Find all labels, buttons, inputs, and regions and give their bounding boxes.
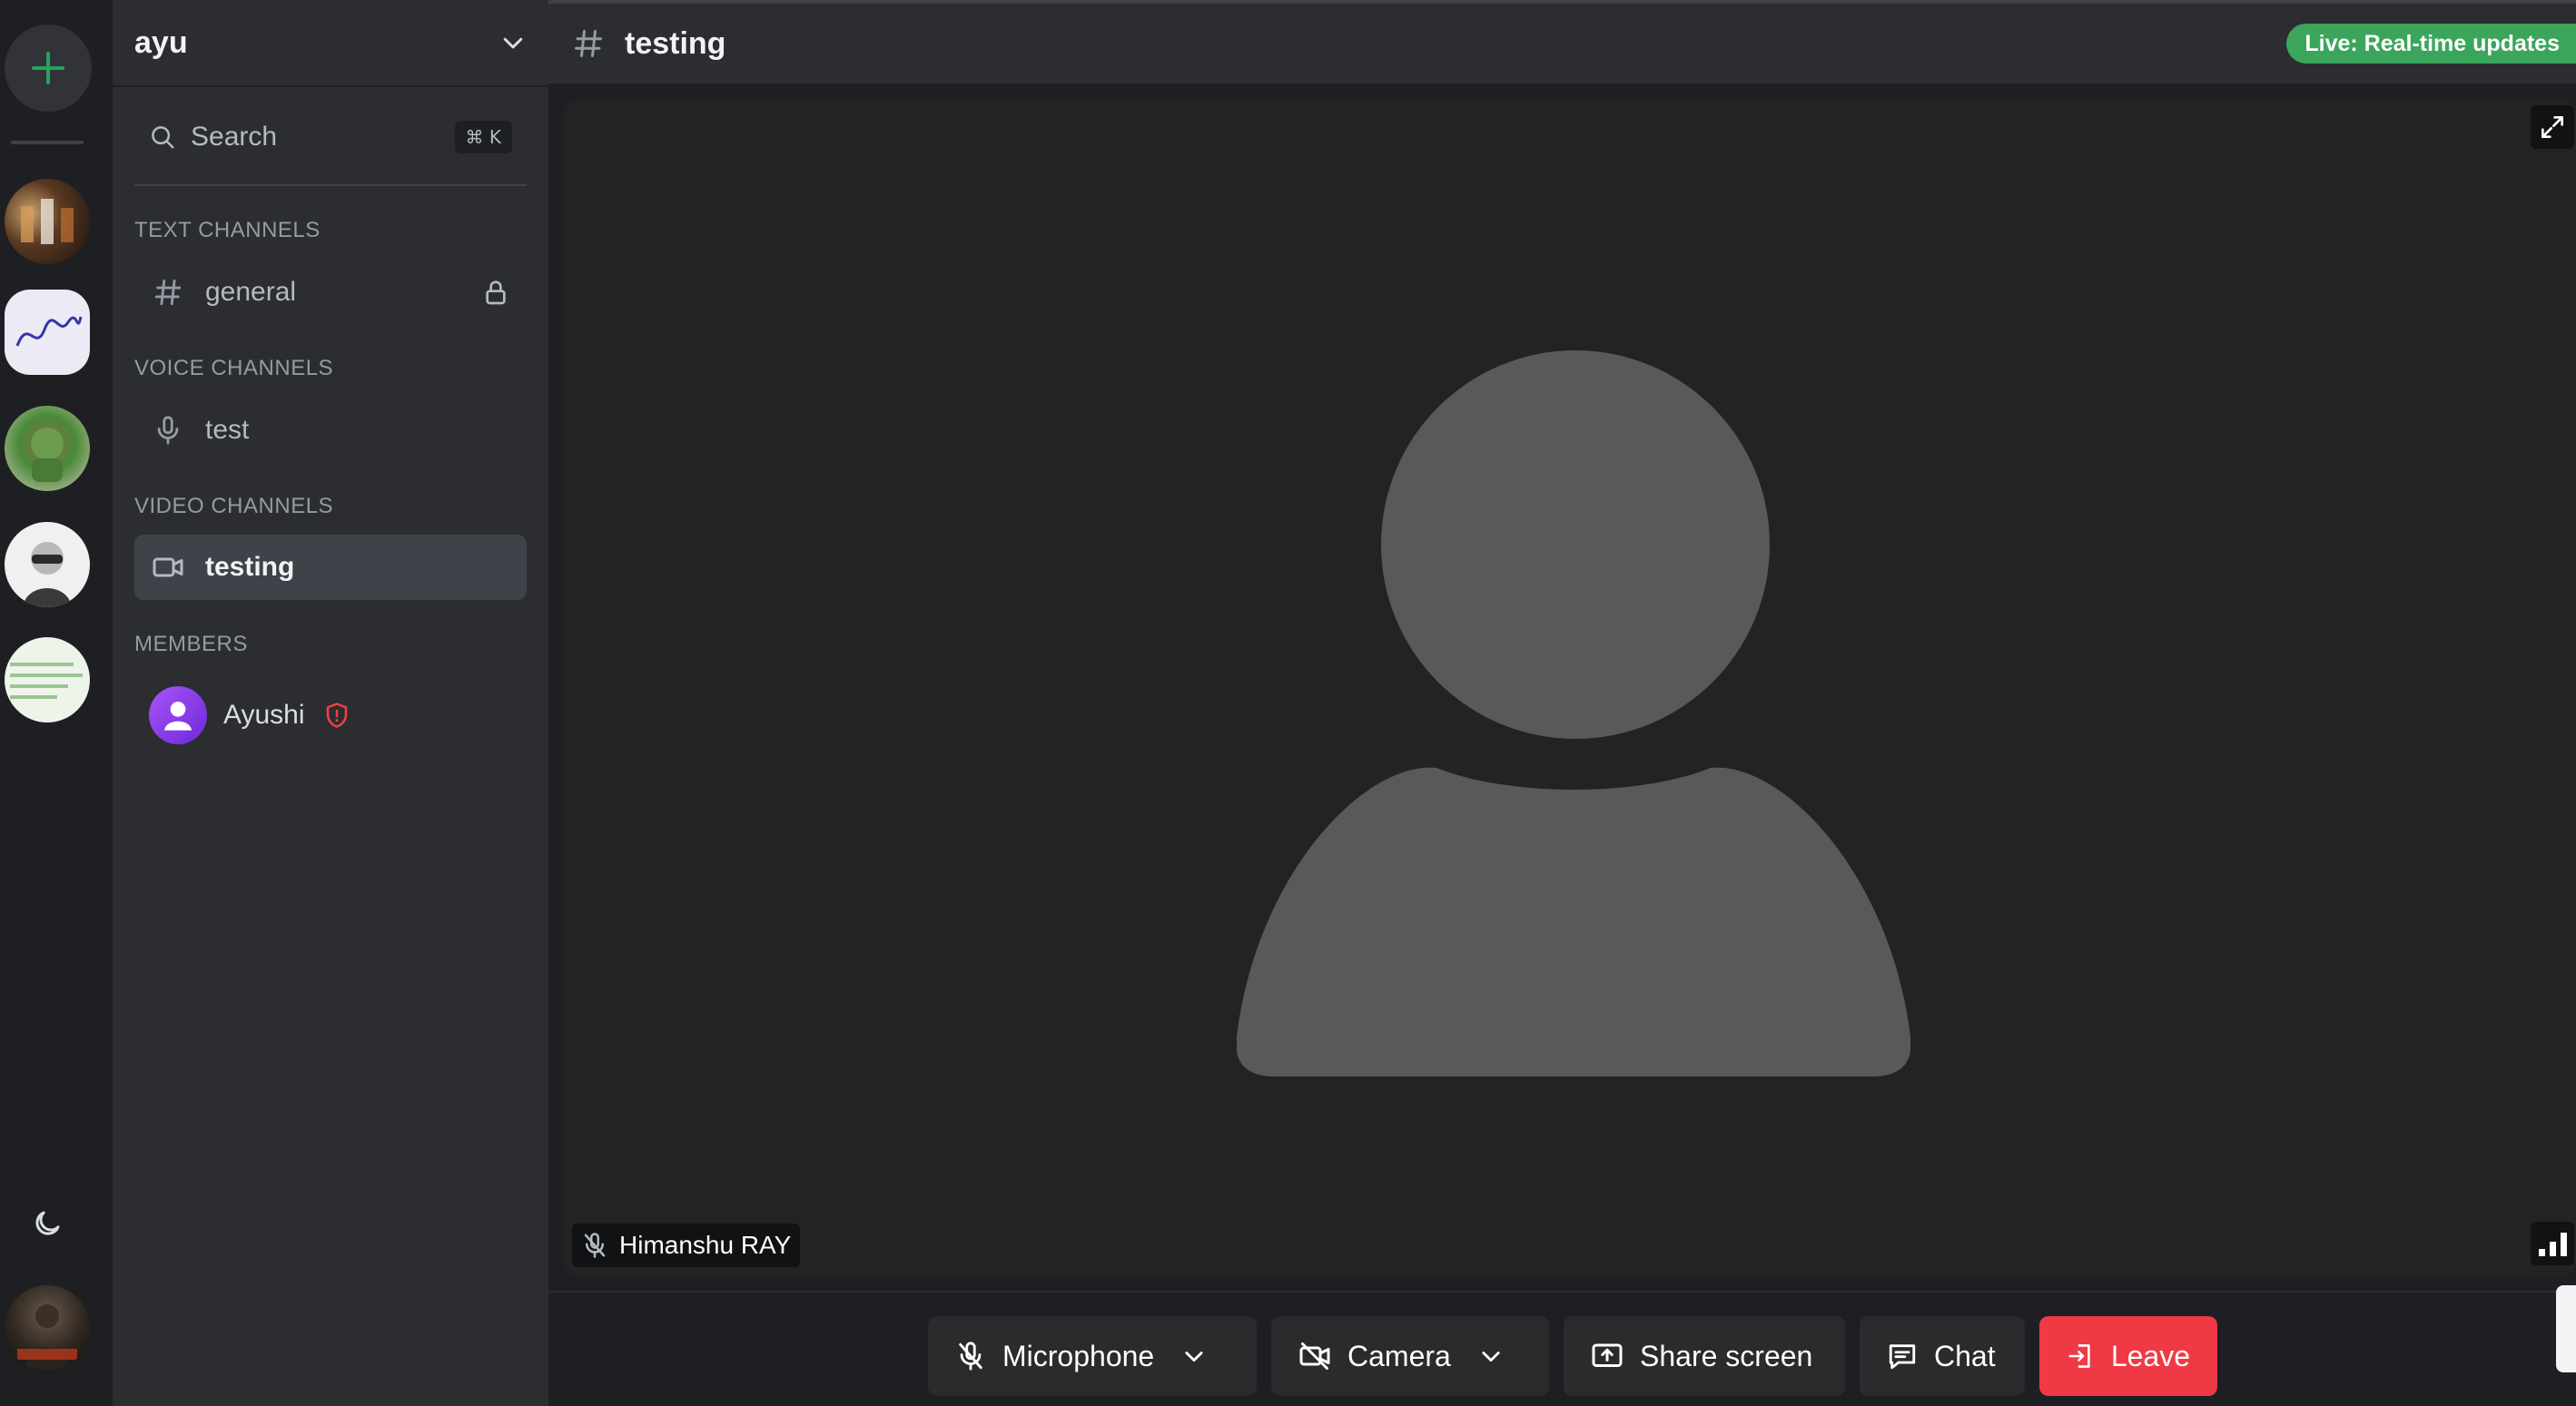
controls-divider <box>548 1291 2576 1293</box>
server-icon-4[interactable] <box>5 522 90 607</box>
channel-label: general <box>205 277 297 307</box>
camera-label: Camera <box>1347 1339 1451 1372</box>
moon-icon <box>35 1211 60 1235</box>
channel-sidebar: ayu Search ⌘ K TEXT CHANNELS general VOI… <box>113 0 548 1406</box>
search-shortcut: ⌘ K <box>454 121 512 153</box>
channel-label: test <box>205 415 250 445</box>
call-controls: Microphone Camera Share screen Chat Leav… <box>928 1316 2217 1396</box>
rail-separator <box>11 141 84 144</box>
video-stage: Himanshu RAY <box>565 100 2576 1276</box>
participant-placeholder-body <box>1237 767 1910 1077</box>
server-4-art <box>23 542 72 607</box>
microphone-button[interactable]: Microphone <box>928 1316 1257 1396</box>
channel-header: testing Live: Real-time updates <box>548 0 2576 84</box>
leave-label: Leave <box>2110 1339 2190 1372</box>
user-silhouette-icon <box>164 702 192 731</box>
chevron-down-icon <box>1185 1352 1203 1362</box>
chat-label: Chat <box>1934 1339 1996 1372</box>
server-name: ayu <box>134 25 188 60</box>
chevron-down-icon <box>1482 1352 1500 1362</box>
member-item-ayushi[interactable]: Ayushi <box>134 681 527 750</box>
search-icon <box>152 126 174 149</box>
video-icon <box>151 550 185 585</box>
server-header[interactable]: ayu <box>113 0 548 87</box>
connection-quality-icon <box>2531 1222 2574 1265</box>
search-label: Search <box>191 122 278 152</box>
server-icon-3[interactable] <box>5 406 90 491</box>
server-5-art <box>10 663 83 699</box>
microphone-muted-icon <box>584 1233 606 1258</box>
participant-name-tag: Himanshu RAY <box>572 1224 801 1267</box>
user-avatar[interactable] <box>5 1285 90 1371</box>
app-root: ayu Search ⌘ K TEXT CHANNELS general VOI… <box>0 0 2576 1406</box>
main-area: testing Live: Real-time updates Himanshu… <box>548 0 2576 1406</box>
participant-name: Himanshu RAY <box>619 1231 792 1259</box>
channel-label: testing <box>205 552 295 582</box>
signature-art <box>15 316 83 347</box>
server-1-art <box>21 199 74 244</box>
hash-icon <box>575 30 602 57</box>
server-rail <box>0 0 113 1406</box>
member-avatar <box>149 686 207 744</box>
microphone-icon <box>151 413 185 447</box>
side-panel-handle[interactable] <box>2556 1285 2576 1372</box>
channel-general[interactable]: general <box>134 260 527 325</box>
camera-off-icon <box>1299 1342 1330 1370</box>
server-icon-2[interactable] <box>5 290 90 375</box>
category-voice-channels: VOICE CHANNELS <box>134 356 334 380</box>
hash-icon <box>151 275 185 310</box>
microphone-off-icon <box>959 1342 982 1371</box>
server-icon-5[interactable] <box>5 637 90 723</box>
camera-button[interactable]: Camera <box>1271 1316 1549 1396</box>
user-avatar-art <box>17 1304 77 1371</box>
fullscreen-button[interactable] <box>2531 105 2574 149</box>
category-text-channels: TEXT CHANNELS <box>134 218 321 242</box>
chevron-down-icon[interactable] <box>499 29 527 56</box>
microphone-options-toggle[interactable] <box>1154 1343 1207 1369</box>
shield-alert-icon <box>323 702 350 729</box>
share-screen-icon <box>1592 1343 1623 1367</box>
camera-options-toggle[interactable] <box>1451 1343 1504 1369</box>
channel-test[interactable]: test <box>134 398 527 463</box>
live-status-badge: Live: Real-time updates <box>2286 24 2576 64</box>
microphone-label: Microphone <box>1002 1339 1155 1372</box>
server-3-art <box>31 428 64 482</box>
search-divider <box>134 184 527 186</box>
channel-testing[interactable]: testing <box>134 535 527 600</box>
theme-toggle-button[interactable] <box>24 1200 71 1247</box>
expand-icon <box>2541 116 2563 138</box>
chat-icon <box>1889 1344 1916 1370</box>
leave-icon <box>2068 1344 2090 1368</box>
add-server-button[interactable] <box>5 25 92 112</box>
leave-button[interactable]: Leave <box>2039 1316 2217 1396</box>
share-screen-label: Share screen <box>1640 1339 1813 1372</box>
channel-title: testing <box>625 25 726 61</box>
plus-icon <box>32 52 64 84</box>
category-members: MEMBERS <box>134 632 248 656</box>
share-screen-button[interactable]: Share screen <box>1564 1316 1845 1396</box>
server-icon-1[interactable] <box>5 179 90 264</box>
member-name: Ayushi <box>223 700 305 730</box>
lock-icon <box>486 280 506 305</box>
search-button[interactable]: Search ⌘ K <box>134 109 527 165</box>
participant-placeholder-head <box>1381 350 1770 739</box>
chat-button[interactable]: Chat <box>1860 1316 2025 1396</box>
category-video-channels: VIDEO CHANNELS <box>134 494 334 518</box>
